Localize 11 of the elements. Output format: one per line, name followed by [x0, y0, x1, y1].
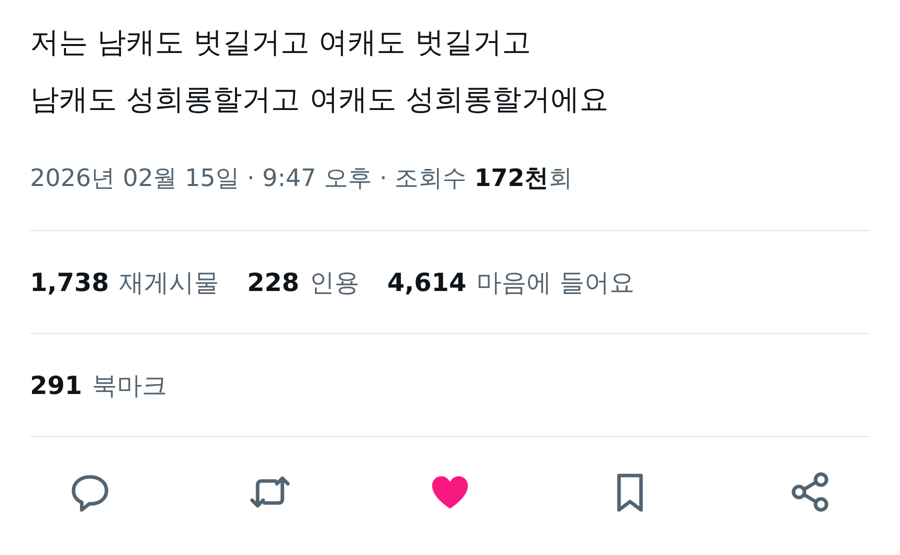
stat-count[interactable]: 228	[247, 268, 300, 296]
bookmark-count[interactable]: 291	[30, 370, 82, 400]
stat-label[interactable]: 인용	[309, 266, 360, 298]
stat-count[interactable]: 1,738	[30, 268, 110, 296]
stat-count[interactable]: 4,614	[387, 268, 466, 296]
stat-label[interactable]: 마음에 들어요	[476, 266, 634, 298]
bookmark-label[interactable]: 북마크	[92, 368, 168, 402]
post-text: 남캐도 성희롱할거고 여캐도 성희롱할거에요	[30, 81, 610, 118]
post-text: 저는 남캐도 벗길거고 여캐도 벗길거고	[30, 24, 532, 61]
stat-label[interactable]: 재게시물	[119, 266, 220, 298]
post-meta: 2026년 02월 15일 · 9:47 오후 · 조회수 172천회	[30, 163, 574, 194]
